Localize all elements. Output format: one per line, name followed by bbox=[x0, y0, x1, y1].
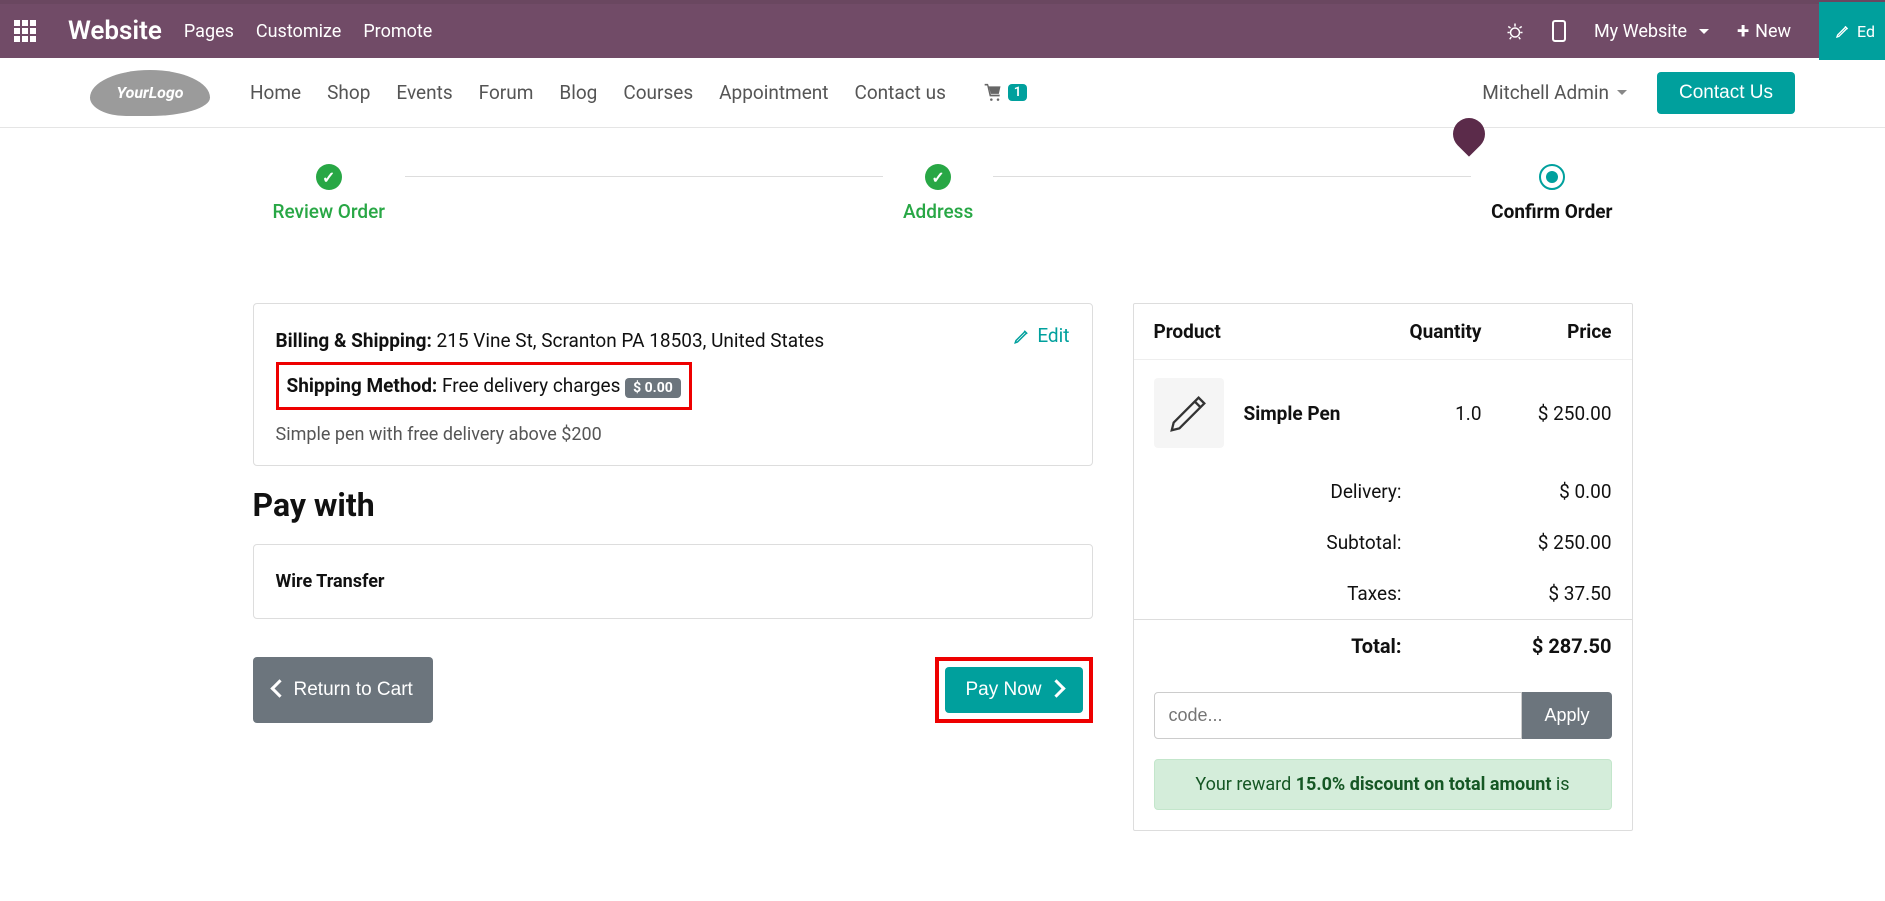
chevron-down-icon bbox=[1617, 90, 1627, 95]
taxes-label: Taxes: bbox=[1252, 582, 1402, 605]
product-name: Simple Pen bbox=[1244, 402, 1382, 425]
step-address[interactable]: ✓ Address bbox=[883, 164, 993, 223]
summary-item-row: Simple Pen 1.0 $ 250.00 bbox=[1134, 360, 1632, 466]
nav-shop[interactable]: Shop bbox=[327, 81, 370, 104]
delivery-label: Delivery: bbox=[1252, 480, 1402, 503]
topmenu-pages[interactable]: Pages bbox=[184, 21, 234, 42]
col-price: Price bbox=[1482, 320, 1612, 343]
chevron-left-icon bbox=[273, 679, 286, 701]
nav-courses[interactable]: Courses bbox=[623, 81, 693, 104]
col-product: Product bbox=[1154, 320, 1362, 343]
apps-icon[interactable] bbox=[14, 20, 40, 42]
cart-count-badge: 1 bbox=[1008, 84, 1027, 101]
shipping-method-highlight: Shipping Method: Free delivery charges $… bbox=[276, 362, 692, 410]
cart-icon bbox=[982, 83, 1004, 103]
shipping-card: Billing & Shipping: 215 Vine St, Scranto… bbox=[253, 303, 1093, 466]
pay-now-button[interactable]: Pay Now bbox=[945, 667, 1082, 713]
new-label: New bbox=[1755, 21, 1791, 42]
edit-button[interactable]: Ed bbox=[1819, 2, 1885, 60]
shipping-note: Simple pen with free delivery above $200 bbox=[276, 424, 1070, 445]
site-navbar: YourLogo Home Shop Events Forum Blog Cou… bbox=[0, 58, 1885, 128]
main-nav: Home Shop Events Forum Blog Courses Appo… bbox=[250, 81, 946, 104]
taxes-value: $ 37.50 bbox=[1492, 582, 1612, 605]
topmenu-promote[interactable]: Promote bbox=[363, 21, 432, 42]
chevron-right-icon bbox=[1050, 679, 1063, 701]
product-image bbox=[1154, 378, 1224, 448]
user-dropdown[interactable]: Mitchell Admin bbox=[1482, 81, 1627, 104]
contact-us-button[interactable]: Contact Us bbox=[1657, 72, 1795, 114]
nav-home[interactable]: Home bbox=[250, 81, 301, 104]
app-brand[interactable]: Website bbox=[68, 16, 162, 46]
delivery-value: $ 0.00 bbox=[1492, 480, 1612, 503]
site-logo[interactable]: YourLogo bbox=[90, 70, 210, 116]
return-to-cart-button[interactable]: Return to Cart bbox=[253, 657, 433, 723]
subtotal-value: $ 250.00 bbox=[1492, 531, 1612, 554]
product-price: $ 250.00 bbox=[1482, 402, 1612, 425]
bug-icon[interactable] bbox=[1506, 22, 1524, 40]
billing-label: Billing & Shipping: bbox=[276, 329, 432, 352]
cart-link[interactable]: 1 bbox=[982, 83, 1027, 103]
col-quantity: Quantity bbox=[1362, 320, 1482, 343]
edit-icon bbox=[1013, 327, 1031, 345]
checkout-steps: ✓ Review Order ✓ Address Confirm Order bbox=[253, 164, 1633, 223]
nav-appointment[interactable]: Appointment bbox=[719, 81, 828, 104]
mywebsite-label: My Website bbox=[1594, 21, 1687, 42]
apply-promo-button[interactable]: Apply bbox=[1522, 692, 1611, 739]
edit-address-link[interactable]: Edit bbox=[1013, 324, 1069, 347]
pencil-icon bbox=[1835, 23, 1851, 39]
check-icon: ✓ bbox=[316, 164, 342, 190]
subtotal-label: Subtotal: bbox=[1252, 531, 1402, 554]
check-icon: ✓ bbox=[925, 164, 951, 190]
edit-label: Ed bbox=[1857, 22, 1875, 41]
total-value: $ 287.50 bbox=[1492, 634, 1612, 658]
shipping-method-value: Free delivery charges bbox=[442, 374, 620, 397]
admin-topbar: Website Pages Customize Promote My Websi… bbox=[0, 0, 1885, 58]
pencil-icon bbox=[1166, 390, 1212, 436]
step-review[interactable]: ✓ Review Order bbox=[253, 164, 406, 223]
step-confirm: Confirm Order bbox=[1471, 164, 1632, 223]
new-button[interactable]: New bbox=[1737, 19, 1791, 44]
payment-method-card[interactable]: Wire Transfer bbox=[253, 544, 1093, 619]
current-step-icon bbox=[1539, 164, 1565, 190]
topmenu-customize[interactable]: Customize bbox=[256, 21, 341, 42]
shipping-method-label: Shipping Method: bbox=[287, 374, 438, 397]
pay-with-title: Pay with bbox=[253, 486, 1093, 524]
payment-method-name: Wire Transfer bbox=[276, 571, 385, 592]
order-summary: Product Quantity Price Simple Pen 1.0 $ … bbox=[1133, 303, 1633, 831]
promo-code-input[interactable] bbox=[1154, 692, 1523, 739]
total-label: Total: bbox=[1252, 634, 1402, 658]
reward-banner: Your reward 15.0% discount on total amou… bbox=[1154, 759, 1612, 810]
promo-row: Apply bbox=[1134, 672, 1632, 759]
nav-contact[interactable]: Contact us bbox=[854, 81, 945, 104]
product-qty: 1.0 bbox=[1382, 402, 1482, 425]
user-name: Mitchell Admin bbox=[1482, 81, 1609, 104]
chevron-down-icon bbox=[1699, 29, 1709, 34]
mywebsite-dropdown[interactable]: My Website bbox=[1594, 21, 1709, 42]
billing-value: 215 Vine St, Scranton PA 18503, United S… bbox=[437, 329, 825, 352]
plus-icon bbox=[1737, 19, 1749, 44]
paynow-highlight: Pay Now bbox=[935, 657, 1092, 723]
nav-blog[interactable]: Blog bbox=[559, 81, 597, 104]
mobile-icon[interactable] bbox=[1552, 20, 1566, 42]
shipping-price-badge: $ 0.00 bbox=[625, 378, 681, 398]
nav-forum[interactable]: Forum bbox=[479, 81, 534, 104]
nav-events[interactable]: Events bbox=[396, 81, 452, 104]
theme-drop-icon[interactable] bbox=[1453, 118, 1485, 150]
